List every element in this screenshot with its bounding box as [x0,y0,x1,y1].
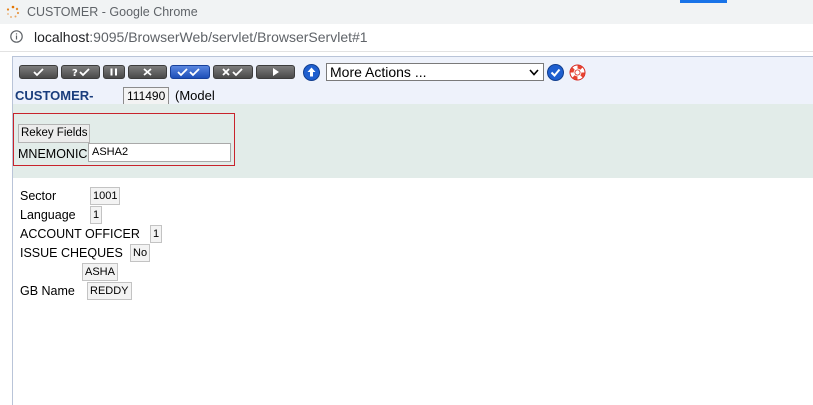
double-check-icon [177,68,200,77]
url-text[interactable]: localhost:9095/BrowserWeb/servlet/Browse… [34,29,368,45]
cross-check-icon [222,68,243,77]
more-actions-select[interactable]: More Actions ... [326,63,544,81]
rekey-fields-button[interactable]: Rekey Fields [18,124,91,143]
go-check-icon[interactable] [547,64,564,81]
svg-text:?: ? [72,68,78,78]
record-id: 111490 [123,87,170,105]
commit-button[interactable] [19,65,58,79]
url-host: localhost [34,29,90,45]
chevron-down-icon [529,69,539,76]
gb-name-value: REDDY [87,282,132,300]
browser-title-bar: CUSTOMER - Google Chrome [0,0,813,24]
sector-label: Sector [20,189,57,203]
authorise-button[interactable] [170,65,210,79]
issue-cheques-value: No [130,244,151,262]
account-officer-label: ACCOUNT OFFICER [20,227,140,241]
url-path: :9095/BrowserWeb/servlet/BrowserServlet#… [89,29,368,45]
more-actions-value: More Actions ... [330,64,427,80]
cross-icon [143,68,152,76]
language-label: Language [20,208,76,222]
sector-value: 1001 [90,187,121,205]
mnemonic-value: ASHA2 [92,146,129,158]
field-value: ASHA [82,263,118,281]
window-control-highlight [680,0,727,3]
play-icon [273,68,279,76]
checkmark-icon [33,68,44,77]
mnemonic-label: MNEMONIC [18,147,88,161]
reverse-button[interactable] [213,65,253,79]
hold-button[interactable] [103,65,125,79]
question-check-icon: ? [72,68,90,78]
arrow-up-icon[interactable] [303,64,320,81]
validate-button[interactable]: ? [61,65,100,79]
window-title: CUSTOMER - Google Chrome [27,5,198,19]
transaction-toolbar: ? More Actions ... CUSTOMER- 111490 (Mod… [12,56,813,133]
language-value: 1 [90,206,103,224]
rekey-fields-panel: Rekey Fields MNEMONIC ASHA2 [13,113,235,166]
rekey-section: Rekey Fields MNEMONIC ASHA2 [12,104,813,179]
address-bar[interactable]: localhost:9095/BrowserWeb/servlet/Browse… [0,24,813,52]
gb-name-label: GB Name [20,284,75,298]
account-officer-value: 1 [150,225,163,243]
customer-fields: Sector 1001 Language 1 ACCOUNT OFFICER 1… [12,178,813,405]
next-button[interactable] [256,65,295,79]
issue-cheques-label: ISSUE CHEQUES [20,246,123,260]
mnemonic-input[interactable]: ASHA2 [88,143,231,162]
info-icon[interactable] [10,30,23,43]
loading-icon [6,5,20,18]
delete-button[interactable] [128,65,167,79]
help-lifebuoy-icon[interactable] [569,64,586,81]
pause-icon [110,68,117,76]
